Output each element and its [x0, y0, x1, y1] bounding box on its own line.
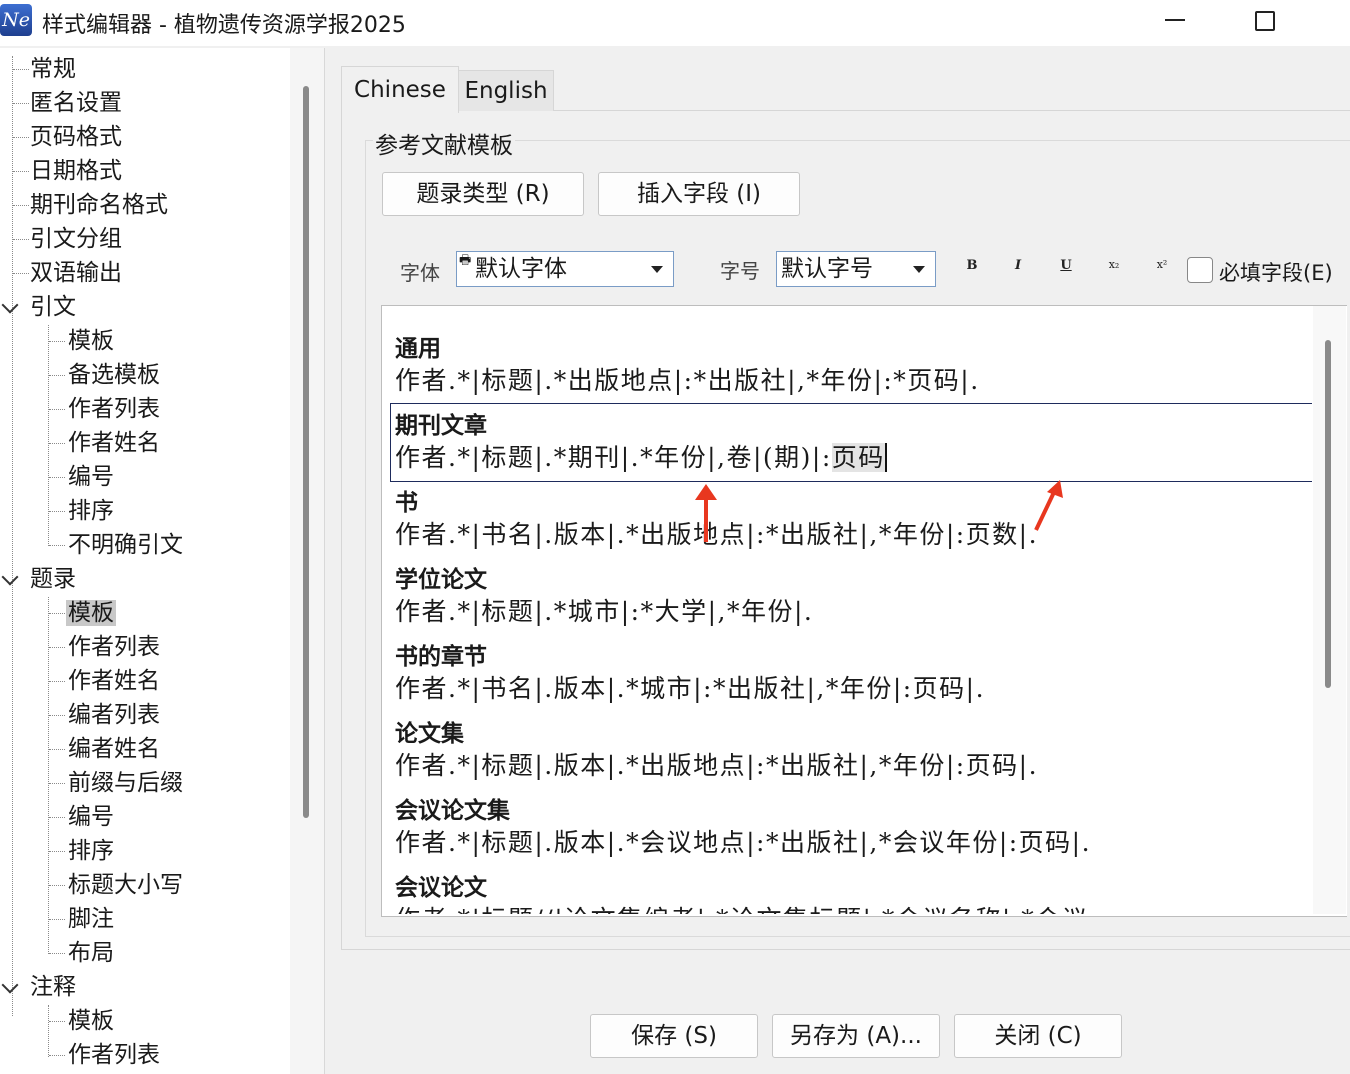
- size-label: 字号: [720, 259, 760, 283]
- insert-field-button[interactable]: 插入字段 (I): [598, 172, 800, 216]
- tree-item-anonymous[interactable]: 匿名设置: [30, 86, 122, 120]
- entry-template-text[interactable]: 作者.*|标题|.*出版地点|:*出版社|,*年份|:*页码|.: [395, 361, 980, 397]
- italic-button[interactable]: I: [1008, 258, 1028, 273]
- tree-item-general[interactable]: 常规: [30, 52, 76, 86]
- entry-type-label: 会议论文: [395, 874, 487, 901]
- entry-type-label: 通用: [395, 335, 441, 362]
- save-as-button[interactable]: 另存为 (A)...: [772, 1014, 940, 1058]
- font-select[interactable]: 🖶 默认字体: [456, 251, 674, 287]
- entry-clip: 作者.*|标题//|论文集编者|.*论文集标题|.*会议名称|.*会议: [382, 900, 1312, 914]
- font-label: 字体: [400, 261, 440, 285]
- underline-button[interactable]: U: [1056, 258, 1076, 273]
- entry-template-text[interactable]: 作者.*|标题|.*城市|:*大学|,*年份|.: [395, 592, 813, 628]
- group-title: 参考文献模板: [373, 126, 515, 160]
- tree-item-footnote-templates[interactable]: 模板: [68, 1004, 114, 1038]
- tree-item-bib-layout[interactable]: 布局: [68, 936, 114, 970]
- dropdown-arrow-icon: [651, 266, 663, 273]
- entry-template-text[interactable]: 作者.*|标题|.版本|.*会议地点|:*出版社|,*会议年份|:页码|.: [395, 823, 1091, 859]
- required-field-label: 必填字段(E): [1219, 261, 1333, 285]
- tree-item-ambiguous-citations[interactable]: 不明确引文: [68, 528, 183, 562]
- tree-item-bib-prefix-suffix[interactable]: 前缀与后缀: [68, 766, 183, 800]
- red-arrow-annotation: [695, 484, 717, 542]
- tree-item-bib-author-name[interactable]: 作者姓名: [68, 664, 160, 698]
- tree-item-bilingual-output[interactable]: 双语输出: [30, 256, 122, 290]
- tree-item-citation-grouping[interactable]: 引文分组: [30, 222, 122, 256]
- editor-scrollbar[interactable]: [1313, 306, 1346, 914]
- tree-item-bib-sort[interactable]: 排序: [68, 834, 114, 868]
- entry-template-text[interactable]: 作者.*|书名|.版本|.*城市|:*出版社|,*年份|:页码|.: [395, 669, 985, 705]
- tree-item-bib-title-case[interactable]: 标题大小写: [68, 868, 183, 902]
- tree-item-label: 模板: [66, 600, 116, 626]
- tree-scrollbar-thumb[interactable]: [303, 86, 309, 818]
- entry-template-text[interactable]: 作者.*|标题//|论文集编者|.*论文集标题|.*会议名称|.*会议: [395, 900, 1088, 914]
- title-bar: Ne 样式编辑器 - 植物遗传资源学报2025: [0, 0, 1350, 46]
- size-select[interactable]: 默认字号: [776, 251, 936, 287]
- tree-guide: [12, 56, 13, 1016]
- tab-english[interactable]: English: [458, 70, 554, 111]
- entry-type-label: 期刊文章: [395, 412, 487, 439]
- size-select-value: 默认字号: [781, 256, 873, 282]
- tree-guide: [48, 597, 49, 954]
- app-logo-icon: Ne: [0, 4, 32, 36]
- font-select-value: 默认字体: [475, 256, 567, 282]
- tree-item-bib-author-list[interactable]: 作者列表: [68, 630, 160, 664]
- tree-item-bib-footnotes[interactable]: 脚注: [68, 902, 114, 936]
- close-button[interactable]: 关闭 (C): [954, 1014, 1122, 1058]
- tree-item-bibliography-templates[interactable]: 模板: [66, 596, 116, 630]
- entry-type-label: 书: [395, 489, 418, 516]
- tree-item-footnote-author-list[interactable]: 作者列表: [68, 1038, 160, 1072]
- maximize-button[interactable]: [1235, 0, 1295, 42]
- entry-type-label: 书的章节: [395, 643, 487, 670]
- tree-item-bib-numbering[interactable]: 编号: [68, 800, 114, 834]
- superscript-button[interactable]: x²: [1152, 258, 1172, 271]
- tree-scrollbar[interactable]: [290, 48, 325, 1074]
- entry-template-text[interactable]: 作者.*|标题|.版本|.*出版地点|:*出版社|,*年份|:页码|.: [395, 746, 1038, 782]
- entry-template-text[interactable]: 作者.*|标题|.*期刊|.*年份|,卷|(期)|:页码: [395, 438, 887, 474]
- tab-chinese[interactable]: Chinese: [341, 66, 459, 113]
- tree-guide: [48, 1005, 49, 1057]
- tree-item-citation-templates[interactable]: 模板: [68, 324, 114, 358]
- tree-item-citation-alt-templates[interactable]: 备选模板: [68, 358, 160, 392]
- required-field-checkbox[interactable]: [1187, 257, 1213, 283]
- tree-item-bibliography[interactable]: 题录: [30, 562, 76, 596]
- tree-item-journal-names[interactable]: 期刊命名格式: [30, 188, 168, 222]
- minimize-button[interactable]: [1145, 0, 1205, 42]
- tree-guide: [48, 325, 49, 546]
- selected-field-pages[interactable]: 页码: [831, 443, 887, 472]
- template-text-before: 作者.*|标题|.*期刊|.*年份|,卷|(期)|:: [395, 443, 832, 472]
- tree-item-citation-numbering[interactable]: 编号: [68, 460, 114, 494]
- tree-item-citation-author-list[interactable]: 作者列表: [68, 392, 160, 426]
- subscript-button[interactable]: x₂: [1104, 258, 1124, 271]
- bold-button[interactable]: B: [962, 258, 982, 273]
- tree-item-citation-sort[interactable]: 排序: [68, 494, 114, 528]
- tree-item-citations[interactable]: 引文: [30, 290, 76, 324]
- tree-item-bib-editor-name[interactable]: 编者姓名: [68, 732, 160, 766]
- entry-type-label: 会议论文集: [395, 797, 510, 824]
- red-arrow-annotation: [1034, 480, 1063, 531]
- entry-type-label: 论文集: [395, 720, 464, 747]
- editor-scrollbar-thumb[interactable]: [1325, 340, 1331, 688]
- tree-item-bib-editor-list[interactable]: 编者列表: [68, 698, 160, 732]
- reference-type-button[interactable]: 题录类型 (R): [382, 172, 584, 216]
- tree-item-page-format[interactable]: 页码格式: [30, 120, 122, 154]
- save-button[interactable]: 保存 (S): [590, 1014, 758, 1058]
- tree-item-citation-author-name[interactable]: 作者姓名: [68, 426, 160, 460]
- entry-type-label: 学位论文: [395, 566, 487, 593]
- tree-item-date-format[interactable]: 日期格式: [30, 154, 122, 188]
- tree-item-footnotes[interactable]: 注释: [30, 970, 76, 1004]
- dropdown-arrow-icon: [913, 266, 925, 273]
- printer-font-icon: 🖶: [459, 253, 472, 268]
- window-title: 样式编辑器 - 植物遗传资源学报2025: [42, 13, 406, 38]
